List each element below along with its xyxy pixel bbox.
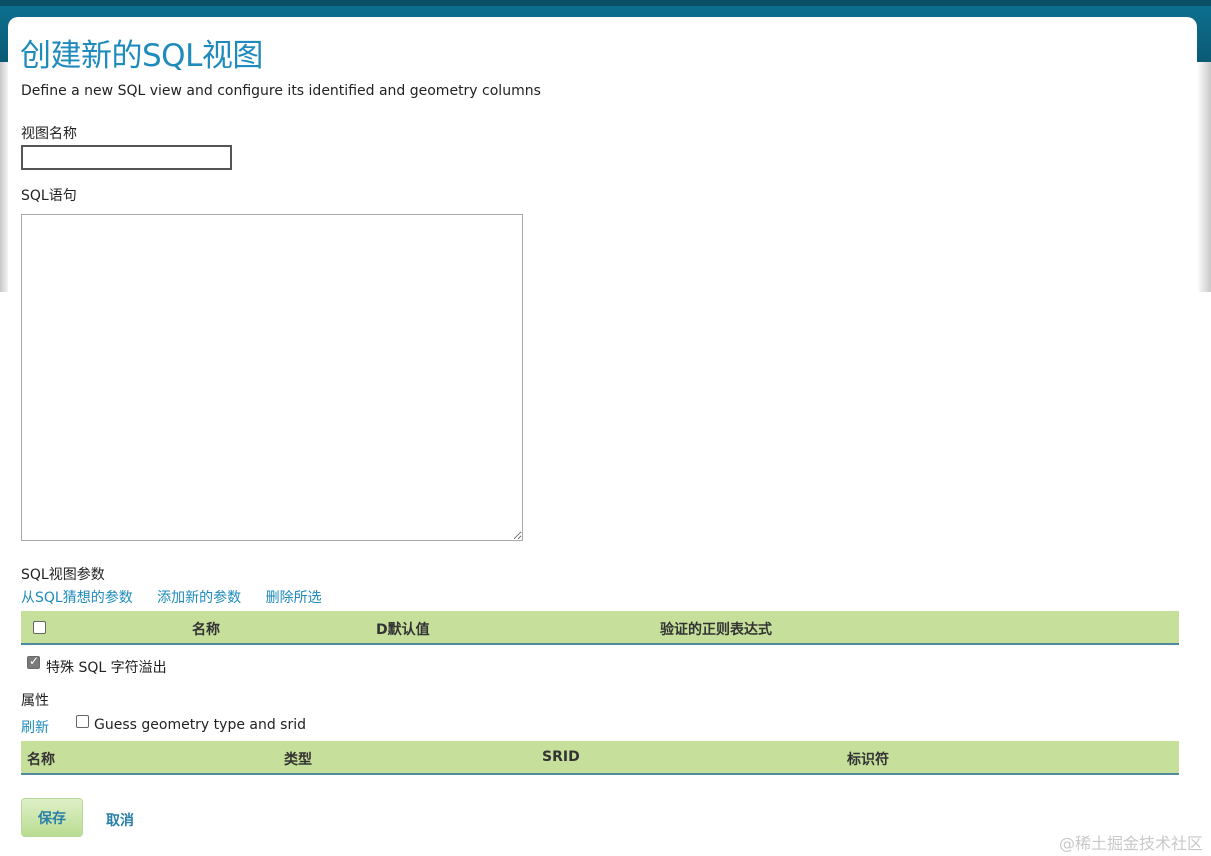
refresh-link[interactable]: 刷新	[21, 717, 49, 737]
select-all-checkbox[interactable]	[33, 621, 46, 634]
sql-label: SQL语句	[21, 188, 77, 204]
add-param-link[interactable]: 添加新的参数	[157, 590, 241, 606]
page-description: Define a new SQL view and configure its …	[21, 83, 541, 99]
guess-geometry-checkbox[interactable]	[76, 715, 89, 728]
sql-textarea[interactable]	[21, 214, 523, 541]
watermark: @稀土掘金技术社区	[1058, 834, 1203, 853]
params-col-name[interactable]: 名称	[192, 619, 220, 639]
view-name-input[interactable]	[21, 145, 232, 170]
params-col-default[interactable]: D默认值	[376, 619, 430, 639]
guess-params-link[interactable]: 从SQL猜想的参数	[21, 590, 133, 606]
attributes-label: 属性	[21, 693, 49, 709]
delete-selected-link[interactable]: 删除所选	[266, 590, 322, 606]
view-name-label: 视图名称	[21, 126, 77, 142]
attributes-table-header: 名称 类型 SRID 标识符	[21, 741, 1179, 775]
guess-geometry-label: Guess geometry type and srid	[94, 717, 307, 733]
cancel-button[interactable]: 取消	[106, 810, 134, 830]
params-label: SQL视图参数	[21, 567, 105, 583]
escape-sql-label: 特殊 SQL 字符溢出	[46, 660, 167, 676]
params-links: 从SQL猜想的参数 添加新的参数 删除所选	[21, 587, 342, 607]
panel-shadow-right	[1197, 62, 1211, 292]
params-table-header: 名称 D默认值 验证的正则表达式	[21, 611, 1179, 645]
attr-col-srid[interactable]: SRID	[542, 749, 580, 765]
attr-col-type[interactable]: 类型	[284, 749, 312, 769]
save-button[interactable]: 保存	[21, 798, 83, 837]
attr-col-name[interactable]: 名称	[27, 749, 55, 769]
params-col-validation[interactable]: 验证的正则表达式	[660, 619, 772, 639]
attr-col-identifier[interactable]: 标识符	[847, 749, 889, 769]
escape-sql-checkbox[interactable]	[27, 654, 40, 669]
page-title: 创建新的SQL视图	[20, 38, 263, 74]
